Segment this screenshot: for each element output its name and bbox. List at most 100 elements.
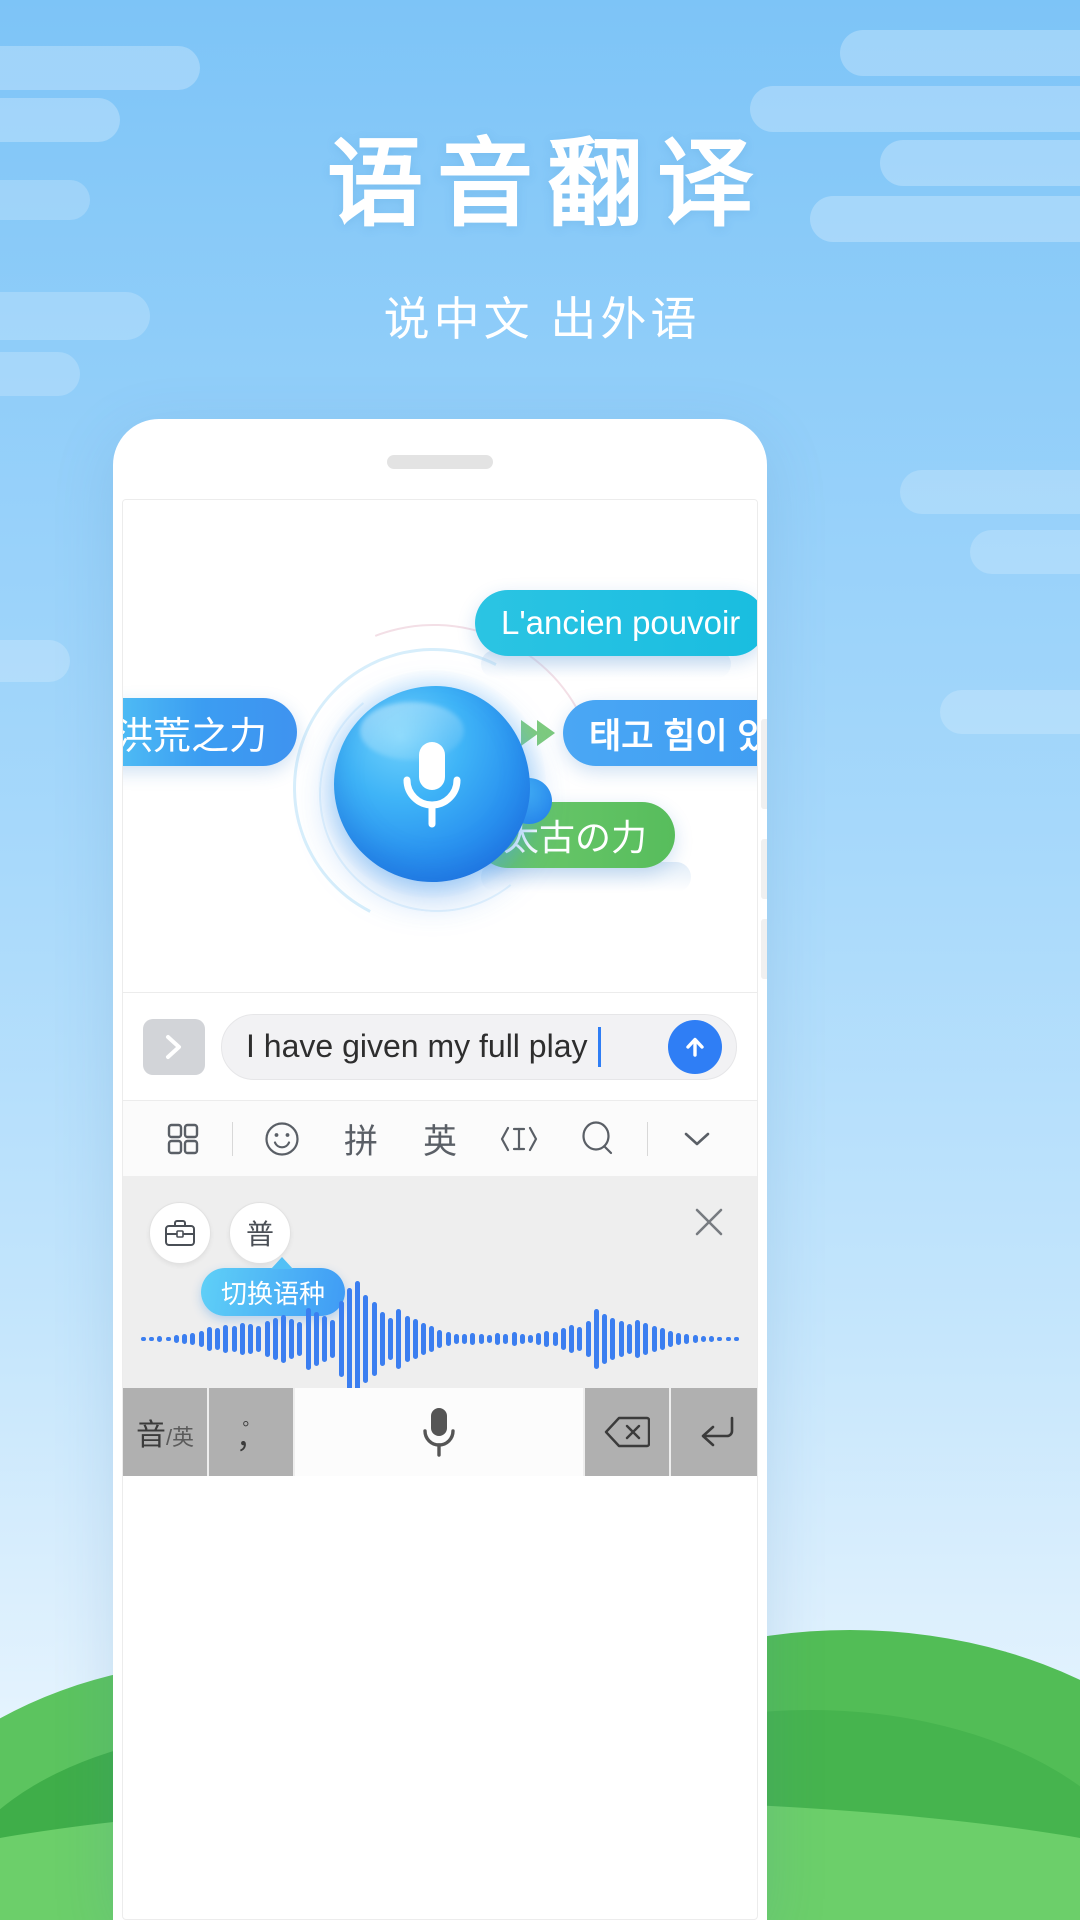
waveform-bar: [280, 1314, 286, 1364]
waveform-bar: [404, 1315, 410, 1363]
bubble-source-zh[interactable]: 洪荒之力: [123, 698, 298, 766]
waveform-bar: [552, 1331, 558, 1347]
voice-language-label: 普: [245, 1219, 274, 1250]
waveform-bar: [577, 1327, 583, 1351]
waveform-bar: [733, 1337, 739, 1341]
waveform-bar: [659, 1328, 665, 1350]
toolbar-grid-button[interactable]: [153, 1109, 213, 1169]
waveform-bar: [330, 1320, 336, 1358]
waveform-bar: [486, 1334, 492, 1344]
bubble-text: 洪荒之力: [123, 715, 268, 758]
waveform-bar: [511, 1332, 517, 1346]
smiley-icon: [265, 1121, 299, 1156]
waveform-bar: [643, 1323, 649, 1355]
waveform-bar: [297, 1322, 303, 1356]
key-punct-bottom: ，: [236, 1421, 266, 1455]
microphone-icon: [403, 742, 461, 828]
key-label-main: 音: [135, 1419, 166, 1452]
waveform-bar: [610, 1317, 616, 1361]
waveform-bar: [173, 1335, 179, 1343]
waveform-bar: [717, 1336, 723, 1342]
waveform-bar: [379, 1311, 385, 1367]
key-punctuation[interactable]: 。 ，: [209, 1388, 295, 1476]
waveform-bar: [544, 1330, 550, 1348]
waveform-bar: [668, 1330, 673, 1348]
key-label: 音/英: [136, 1410, 194, 1454]
toolbar-collapse-button[interactable]: [667, 1109, 727, 1169]
close-voice-panel-button[interactable]: [689, 1202, 729, 1242]
bubble-translation-fr[interactable]: L'ancien pouvoir: [475, 590, 757, 656]
text-caret: [597, 1026, 601, 1067]
key-label: 。 ，: [236, 1411, 266, 1455]
waveform-bar: [190, 1332, 196, 1346]
waveform-bar: [355, 1281, 361, 1397]
waveform-bar: [709, 1336, 715, 1342]
waveform-bar: [371, 1302, 377, 1376]
key-backspace[interactable]: [585, 1388, 671, 1476]
waveform-bar: [338, 1301, 344, 1377]
voice-orb[interactable]: [318, 670, 552, 898]
bubble-text: L'ancien pouvoir: [501, 604, 741, 641]
waveform-bar: [322, 1315, 328, 1363]
waveform-bar: [165, 1336, 171, 1342]
waveform-bar: [585, 1321, 591, 1357]
waveform-bar: [346, 1288, 352, 1390]
waveform-bar: [420, 1323, 426, 1355]
search-input[interactable]: I have given my full play: [221, 1013, 737, 1080]
voice-language-button[interactable]: 普: [229, 1202, 291, 1264]
cloud-bar: [840, 30, 1080, 76]
waveform-bar: [437, 1329, 443, 1349]
waveform-bar: [495, 1333, 501, 1345]
waveform-bar: [602, 1313, 608, 1365]
voice-input-panel: 普 切换语种 倾听中，松手结束 音/英: [123, 1176, 757, 1476]
waveform-bar: [635, 1320, 641, 1358]
cursor-move-icon: [500, 1126, 538, 1151]
waveform-bar: [396, 1309, 402, 1369]
phone-side-button: [761, 839, 767, 899]
waveform-bar: [462, 1334, 468, 1344]
phone-mockup: 洪荒之力 L'ancien pouvoir 태고 힘이 있다 太古の力: [113, 419, 767, 1920]
toolbar-cursor-button[interactable]: [489, 1109, 549, 1169]
bubble-translation-ko[interactable]: 태고 힘이 있다: [563, 700, 757, 766]
waveform-bar: [684, 1333, 690, 1345]
key-space-microphone[interactable]: [295, 1388, 585, 1476]
waveform-bar: [519, 1333, 525, 1345]
toolbar-english-button[interactable]: 英: [410, 1109, 470, 1169]
voice-bag-button[interactable]: [149, 1202, 211, 1264]
waveform-bar: [692, 1334, 698, 1344]
expand-panel-button[interactable]: [143, 1018, 205, 1075]
toolbar-search-button[interactable]: [568, 1109, 628, 1169]
waveform-bar: [412, 1318, 418, 1360]
cloud-bar: [900, 470, 1080, 514]
waveform-bar: [149, 1337, 155, 1341]
key-language-toggle[interactable]: 音/英: [123, 1388, 209, 1476]
toolbar-pinyin-button[interactable]: 拼: [331, 1109, 391, 1169]
waveform-bar: [470, 1332, 476, 1346]
toolbar-divider: [647, 1121, 648, 1156]
waveform-bar: [593, 1309, 599, 1369]
waveform-bar: [618, 1321, 624, 1357]
toolbar-emoji-button[interactable]: [252, 1109, 312, 1169]
waveform-bar: [528, 1334, 534, 1344]
briefcase-icon: [165, 1220, 195, 1246]
waveform-bar: [206, 1327, 212, 1351]
waveform-bar: [198, 1330, 204, 1348]
message-input-bar: I have given my full play: [123, 992, 757, 1100]
key-enter[interactable]: [671, 1388, 757, 1476]
phone-screen: 洪荒之力 L'ancien pouvoir 태고 힘이 있다 太古の力: [122, 499, 758, 1920]
send-button[interactable]: [668, 1019, 722, 1074]
translation-canvas: 洪荒之力 L'ancien pouvoir 태고 힘이 있다 太古の力: [123, 500, 757, 992]
search-icon: [582, 1120, 613, 1154]
waveform-bar: [313, 1311, 319, 1367]
phone-speaker-grill: [387, 455, 493, 469]
waveform-bar: [289, 1318, 295, 1360]
waveform-bar: [453, 1333, 459, 1345]
waveform-bar: [700, 1335, 706, 1343]
waveform-bar: [445, 1331, 451, 1347]
arrow-up-icon: [686, 1037, 704, 1057]
orb-body: [334, 686, 530, 882]
waveform-bar: [141, 1336, 146, 1342]
bubble-text: 태고 힘이 있다: [589, 716, 757, 756]
backspace-icon: [604, 1416, 650, 1448]
waveform-bar: [256, 1326, 262, 1352]
